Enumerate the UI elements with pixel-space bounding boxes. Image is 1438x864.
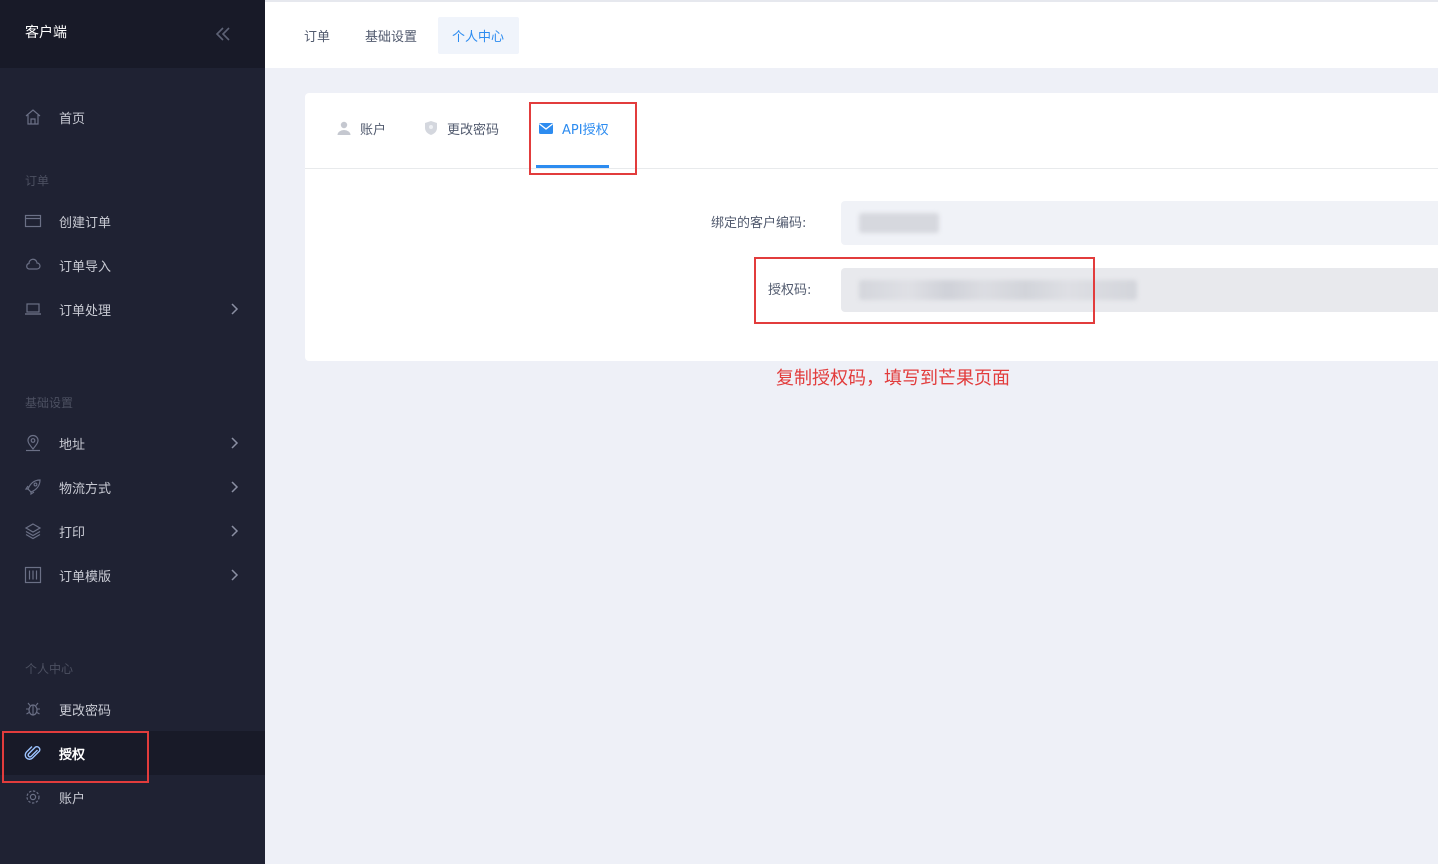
sidebar-item-print[interactable]: 打印 <box>0 509 265 553</box>
sidebar-item-label: 订单模版 <box>59 569 112 585</box>
user-icon <box>337 121 351 135</box>
sidebar-item-label: 打印 <box>59 525 86 541</box>
sidebar-item-create-order[interactable]: 创建订单 <box>0 199 265 243</box>
sidebar-item-label: 订单导入 <box>59 259 112 275</box>
cloud-icon <box>26 258 41 270</box>
sidebar-item-process-order[interactable]: 订单处理 <box>0 287 265 331</box>
chevron-right-icon <box>231 569 239 581</box>
sidebar-item-label: 账户 <box>59 791 86 807</box>
section-label-personal: 个人中心 <box>25 662 74 676</box>
customer-code-field[interactable] <box>841 201 1438 245</box>
annotation-note: 复制授权码，填写到芒果页面 <box>776 368 1010 389</box>
sidebar-item-label: 更改密码 <box>59 703 112 719</box>
sidebar-item-label: 订单处理 <box>59 303 112 319</box>
customer-code-label: 绑定的客户编码: <box>711 216 807 231</box>
sidebar-item-label: 地址 <box>59 437 86 453</box>
tab-label: 更改密码 <box>447 122 500 138</box>
sidebar-item-label: 创建订单 <box>59 215 112 231</box>
section-label-orders: 订单 <box>25 174 50 188</box>
redacted-value <box>859 213 939 233</box>
top-tab-basic-settings[interactable]: 基础设置 <box>351 17 431 54</box>
home-icon <box>25 109 41 125</box>
location-pin-icon <box>26 434 40 452</box>
sidebar-item-home[interactable]: 首页 <box>0 95 265 139</box>
highlight-box-auth-code <box>754 257 1095 324</box>
layers-icon <box>24 523 42 540</box>
columns-icon <box>24 566 42 584</box>
tab-label: 账户 <box>360 122 387 138</box>
chevron-right-icon <box>231 437 239 449</box>
sidebar-item-address[interactable]: 地址 <box>0 421 265 465</box>
top-tab-bar: 订单 基础设置 个人中心 <box>265 0 1438 68</box>
laptop-icon <box>25 303 41 315</box>
top-tab-orders[interactable]: 订单 <box>290 17 344 54</box>
card-tab-bar: 账户 更改密码 API授权 <box>305 93 1438 169</box>
sidebar-item-change-password[interactable]: 更改密码 <box>0 687 265 731</box>
highlight-box-api-tab <box>529 102 637 175</box>
bug-icon <box>26 702 40 716</box>
shield-icon <box>425 121 437 135</box>
sidebar-item-label: 首页 <box>59 111 86 127</box>
highlight-box-sidebar-authorize <box>2 731 149 783</box>
section-label-basic: 基础设置 <box>25 396 74 410</box>
sidebar-item-label: 物流方式 <box>59 481 112 497</box>
sidebar-item-logistics[interactable]: 物流方式 <box>0 465 265 509</box>
sidebar-header: 客户端 <box>0 0 265 68</box>
card-icon <box>24 214 42 228</box>
sidebar-item-import-order[interactable]: 订单导入 <box>0 243 265 287</box>
app-title: 客户端 <box>25 25 67 41</box>
chevron-right-icon <box>231 303 239 315</box>
chevron-right-icon <box>231 525 239 537</box>
sidebar-item-template[interactable]: 订单模版 <box>0 553 265 597</box>
chevron-right-icon <box>231 481 239 493</box>
rocket-icon <box>24 479 41 496</box>
gear-icon <box>26 790 40 804</box>
tab-account[interactable]: 账户 <box>336 117 386 139</box>
tab-change-password[interactable]: 更改密码 <box>423 117 499 139</box>
double-chevron-left-icon[interactable] <box>213 24 233 44</box>
top-tab-personal-center[interactable]: 个人中心 <box>438 17 519 54</box>
